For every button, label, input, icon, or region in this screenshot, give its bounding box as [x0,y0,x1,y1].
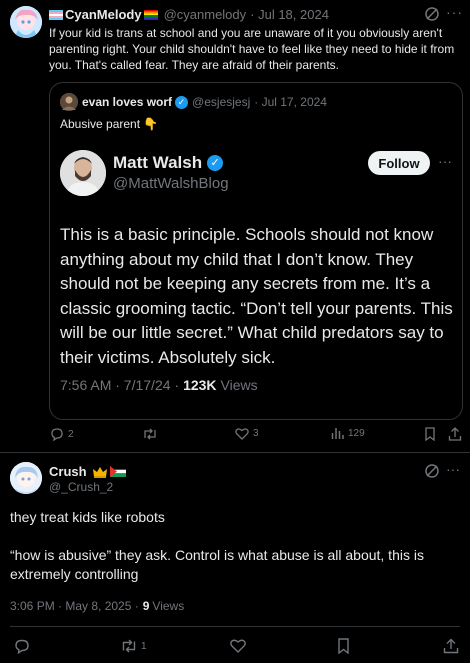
quoted-post[interactable]: evan loves worf ✓ @esjesjesj · Jul 17, 2… [49,82,463,420]
post-meta: 3:06 PM · May 8, 2025 · 9 Views [10,599,184,613]
handle[interactable]: @cyanmelody [164,7,247,22]
trans-flag-icon [49,9,63,20]
repost-icon [144,428,156,440]
embedded-views-label: Views [220,377,258,393]
crown-emoji-icon [92,466,107,478]
quoted-handle[interactable]: @esjesjesj [192,95,250,109]
verified-badge-icon: ✓ [175,95,189,109]
reply-button[interactable] [14,638,30,654]
views-count: 129 [348,427,365,439]
views-count: 9 [142,599,150,613]
quoted-date[interactable]: · Jul 17, 2024 [254,95,327,109]
display-name[interactable]: Crush [49,464,87,479]
share-button[interactable] [448,427,462,441]
user-avatar[interactable] [10,6,42,38]
portrait-avatar-icon [60,150,106,196]
embedded-handle[interactable]: @MattWalshBlog [113,175,229,192]
reply-icon [51,428,63,441]
bookmark-button[interactable] [337,638,350,654]
post-actions: 2 3 129 [50,427,462,447]
quoted-post-header: evan loves worf ✓ @esjesjesj · Jul 17, 2… [82,95,327,109]
share-button[interactable] [443,638,459,654]
embedded-display-name[interactable]: Matt Walsh [113,153,202,173]
post-cyanmelody[interactable]: CyanMelody @cyanmelody · Jul 18, 2024 ··… [0,0,470,452]
handle[interactable]: @_Crush_2 [49,480,113,494]
embedded-post[interactable]: Matt Walsh ✓ @MattWalshBlog Follow ··· T… [50,133,462,419]
grok-icon[interactable] [424,463,440,479]
post-text-line-1: they treat kids like robots [10,509,165,525]
verified-badge-icon: ✓ [207,155,224,171]
follow-button[interactable]: Follow [368,151,430,175]
rainbow-flag-icon [143,9,158,20]
post-text: If your kid is trans at school and you a… [49,26,455,72]
repost-count: 1 [141,640,147,652]
views-label: Views [152,599,185,613]
repost-button[interactable]: 1 [120,638,147,654]
heart-icon [235,428,249,440]
post-crush[interactable]: Crush @_Crush_2 ··· they treat kids like… [0,453,470,663]
embedded-more-icon[interactable]: ··· [438,153,452,169]
embedded-user-avatar[interactable] [60,150,106,196]
like-button[interactable] [230,638,246,653]
bookmark-icon [338,638,349,654]
views-button[interactable]: 129 [331,427,365,439]
post-header: Crush [49,464,126,479]
embedded-meta: 7:56 AM · 7/17/24 · 123K Views [60,377,258,393]
share-icon [448,427,462,441]
post-actions: 1 [0,638,470,660]
views-chart-icon [331,428,344,439]
quoted-display-name[interactable]: evan loves worf [82,95,172,109]
embedded-views-count: 123K [183,377,217,393]
more-options-icon[interactable]: ··· [446,4,463,20]
share-icon [443,638,459,654]
anime-avatar-icon [10,6,42,38]
post-time[interactable]: 3:06 PM · May 8, 2025 · [10,599,139,613]
post-text-line-2: “how is abusive” they ask. Control is wh… [10,547,424,582]
repost-button[interactable] [142,427,162,441]
heart-icon [230,639,246,653]
reply-button[interactable]: 2 [50,427,74,441]
grok-icon[interactable] [424,6,440,22]
user-avatar[interactable] [10,462,42,494]
embedded-display-name-row: Matt Walsh ✓ [113,153,224,173]
post-date[interactable]: · Jul 18, 2024 [250,7,329,22]
reply-count: 2 [68,428,74,440]
anime-avatar-icon [10,462,42,494]
reply-icon [15,639,29,654]
like-button[interactable]: 3 [235,427,259,440]
quoted-text: Abusive parent 👇 [60,117,158,131]
embedded-time[interactable]: 7:56 AM · 7/17/24 · [60,377,179,393]
meta-divider [10,626,460,627]
embedded-text: This is a basic principle. Schools shoul… [60,225,453,367]
quoted-user-avatar[interactable] [60,93,78,111]
pointing-down-emoji: 👇 [143,117,159,131]
like-count: 3 [253,428,259,439]
palestine-flag-icon [109,466,126,477]
bookmark-icon [425,427,435,441]
quoted-text-content: Abusive parent [60,117,141,131]
post-header: CyanMelody @cyanmelody · Jul 18, 2024 [49,7,329,22]
post-body: they treat kids like robots “how is abus… [10,508,460,584]
display-name[interactable]: CyanMelody [65,7,142,22]
more-options-icon[interactable]: ··· [446,461,460,477]
photo-avatar-icon [60,93,78,111]
repost-icon [122,639,136,653]
bookmark-button[interactable] [424,427,436,441]
